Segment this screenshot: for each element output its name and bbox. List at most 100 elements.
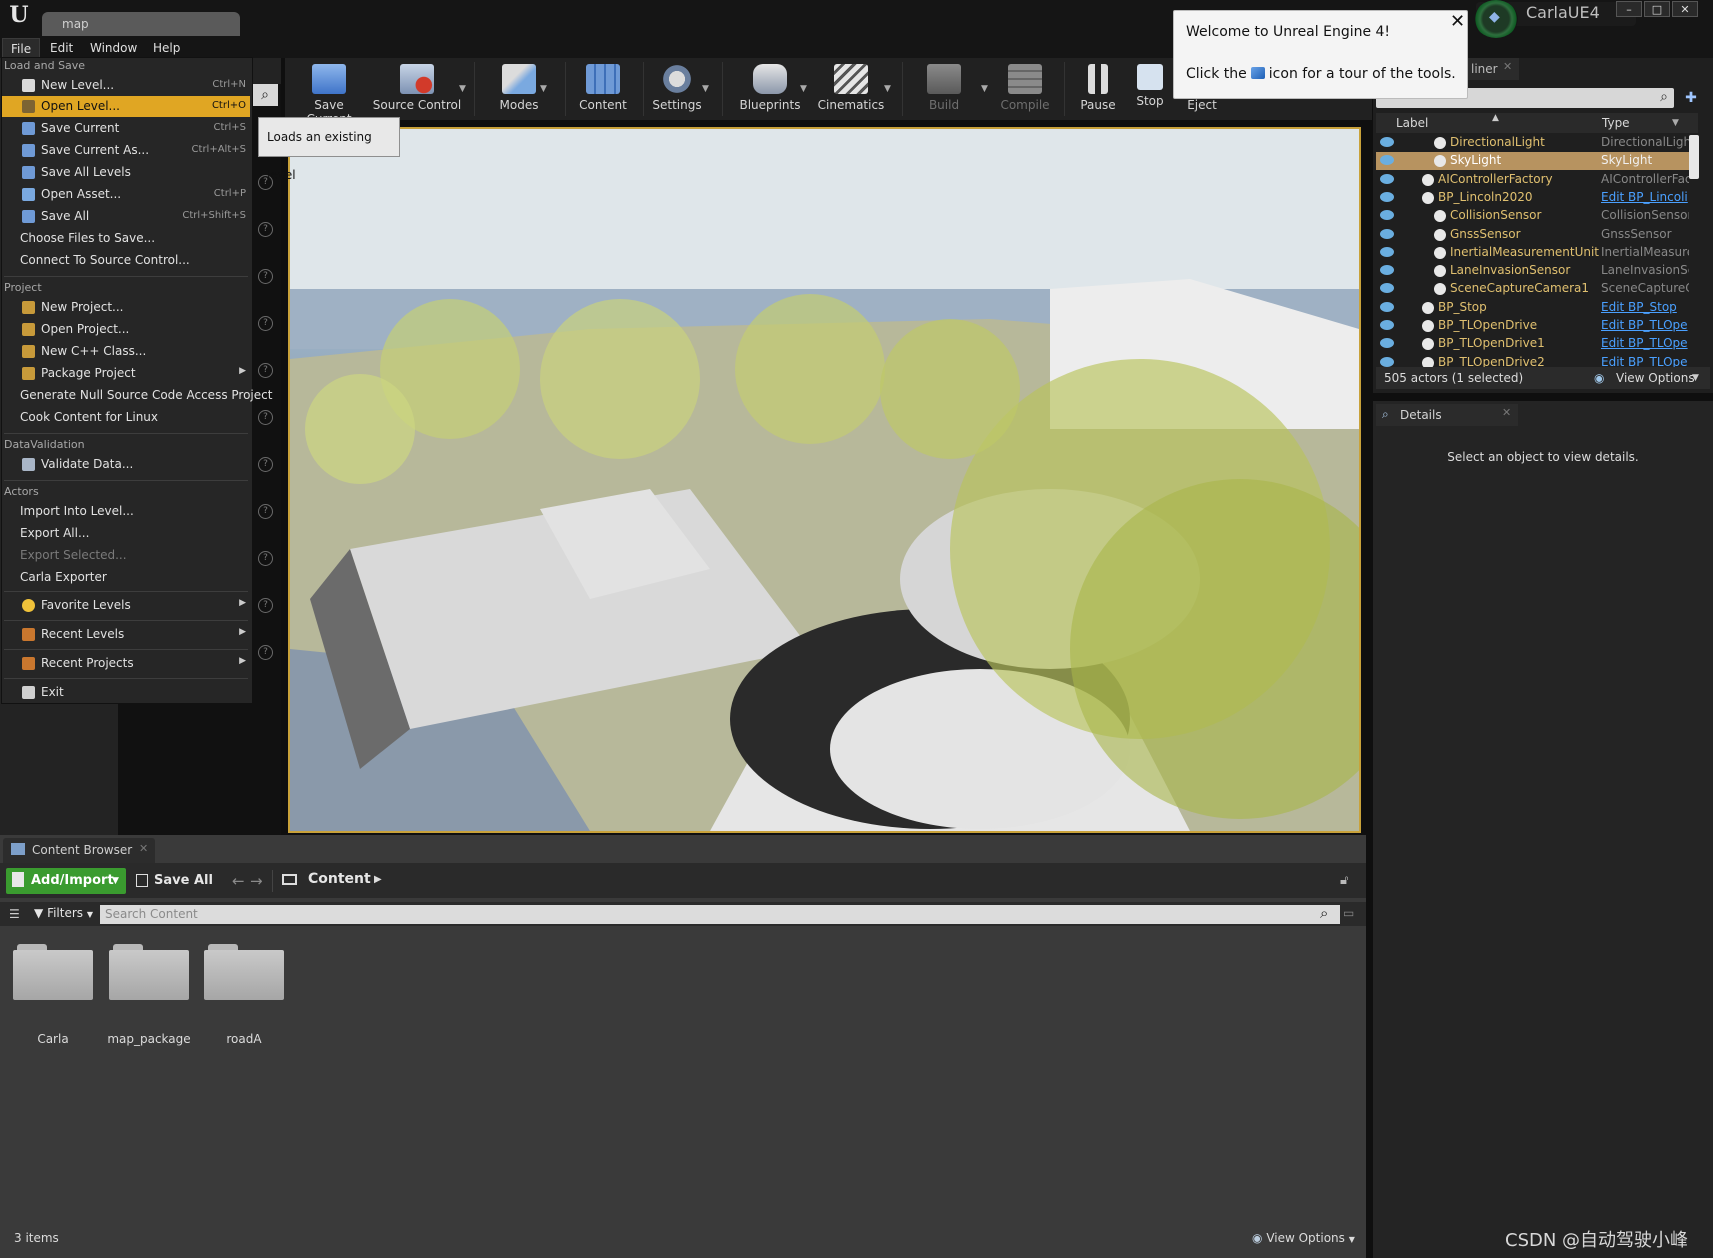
help-icon[interactable]: ? [258,269,273,284]
menu-item-new-level[interactable]: New Level... Ctrl+N [2,75,250,96]
menu-item-choose-files-to-save[interactable]: Choose Files to Save... [2,228,250,249]
toolbar-save-current[interactable]: Save Current [290,58,368,126]
visibility-eye-icon[interactable] [1380,173,1394,184]
filters-button[interactable]: ▼ Filters ▼ [34,906,93,920]
level-viewport[interactable] [288,127,1361,833]
menu-item-validate-data[interactable]: Validate Data... [2,454,250,475]
menu-item-open-asset[interactable]: Open Asset... Ctrl+P [2,184,250,205]
chevron-down-icon[interactable]: ▼ [702,84,709,94]
chevron-down-icon[interactable]: ▼ [1672,118,1679,128]
outliner-row[interactable]: AIControllerFactory AIControllerFac [1376,171,1689,189]
outliner-row[interactable]: DirectionalLight DirectionalLight [1376,134,1689,152]
menu-help[interactable]: Help [145,38,188,58]
toolbar-build[interactable]: Build [907,58,981,120]
level-tab[interactable]: map [42,12,240,36]
outliner-row[interactable]: GnssSensor GnssSensor [1376,226,1689,244]
help-icon[interactable]: ? [258,551,273,566]
visibility-eye-icon[interactable] [1380,338,1394,349]
close-popup-button[interactable]: ✕ [1450,11,1465,32]
menu-window[interactable]: Window [82,38,145,58]
outliner-row[interactable]: BP_TLOpenDrive Edit BP_TLOpe [1376,317,1689,335]
menu-item-package-project[interactable]: Package Project ▶ [2,363,250,384]
visibility-eye-icon[interactable] [1380,265,1394,276]
toolbar-source-control[interactable]: Source Control [372,58,462,120]
visibility-eye-icon[interactable] [1380,155,1394,166]
help-icon[interactable]: ? [258,598,273,613]
folder-map-package[interactable] [109,944,189,1000]
outliner-row[interactable]: BP_Lincoln2020 Edit BP_Lincoli [1376,189,1689,207]
minimize-button[interactable]: – [1616,1,1642,17]
menu-item-open-project[interactable]: Open Project... [2,319,250,340]
outliner-row[interactable]: BP_TLOpenDrive1 Edit BP_TLOpe [1376,335,1689,353]
toolbar-pause[interactable]: Pause [1070,58,1126,120]
close-tab-icon[interactable]: ✕ [139,842,148,855]
column-label-header[interactable]: Label [1396,116,1428,130]
close-tab-icon[interactable]: ✕ [1502,406,1511,419]
outliner-row[interactable]: LaneInvasionSensor LaneInvasionSe [1376,262,1689,280]
outliner-row[interactable]: SceneCaptureCamera1 SceneCaptureC [1376,280,1689,298]
menu-item-recent-projects[interactable]: Recent Projects ▶ [2,653,250,674]
visibility-eye-icon[interactable] [1380,210,1394,221]
visibility-eye-icon[interactable] [1380,246,1394,257]
chevron-down-icon[interactable]: ▼ [800,84,807,94]
view-options-button[interactable]: View Options [1616,371,1695,385]
folder-carla[interactable] [13,944,93,1000]
chevron-down-icon[interactable]: ▼ [1692,373,1699,383]
visibility-eye-icon[interactable] [1380,191,1394,202]
path-breadcrumb[interactable]: Content [308,871,371,887]
help-icon[interactable]: ? [258,504,273,519]
visibility-eye-icon[interactable] [1380,320,1394,330]
visibility-eye-icon[interactable] [1380,283,1394,294]
toolbar-settings[interactable]: Settings [648,58,706,120]
forward-arrow-icon[interactable]: → [250,872,263,890]
add-import-button[interactable]: Add/Import ▼ [6,868,126,894]
maximize-button[interactable]: □ [1644,1,1670,17]
view-options-button[interactable]: ◉ View Options ▼ [1252,1231,1355,1245]
folder-roada[interactable] [204,944,284,1000]
help-icon[interactable]: ? [258,316,273,331]
menu-item-export-all[interactable]: Export All... [2,523,250,544]
toolbar-cinematics[interactable]: Cinematics [813,58,889,120]
help-icon[interactable]: ? [258,222,273,237]
toolbar-stop[interactable]: Stop [1126,58,1174,120]
close-tab-icon[interactable]: ✕ [1503,60,1512,73]
edit-blueprint-link[interactable]: Edit BP_TLOpe [1601,336,1689,350]
outliner-row[interactable]: CollisionSensor CollisionSensor [1376,207,1689,225]
tab-details[interactable]: ⌕ Details ✕ [1376,404,1518,426]
save-search-icon[interactable]: ▭ [1343,906,1354,920]
search-icon[interactable]: ⌕ [252,84,278,106]
menu-item-save-all[interactable]: Save All Ctrl+Shift+S [2,206,250,227]
help-icon[interactable]: ? [258,457,273,472]
menu-item-import-into-level[interactable]: Import Into Level... [2,501,250,522]
menu-item-recent-levels[interactable]: Recent Levels ▶ [2,624,250,645]
menu-item-cook-content-linux[interactable]: Cook Content for Linux [2,407,250,428]
content-search-input[interactable]: Search Content [100,905,1340,924]
menu-item-save-all-levels[interactable]: Save All Levels [2,162,250,183]
outliner-row[interactable]: InertialMeasurementUnit InertialMeasure [1376,244,1689,262]
chevron-down-icon[interactable]: ▼ [981,84,988,94]
outliner-scrollbar[interactable] [1689,135,1699,179]
visibility-eye-icon[interactable] [1380,301,1394,312]
menu-item-favorite-levels[interactable]: Favorite Levels ▶ [2,595,250,616]
sources-panel-icon[interactable]: ☰ [9,907,20,921]
menu-item-save-current[interactable]: Save Current Ctrl+S [2,118,250,139]
outliner-row[interactable]: BP_Stop Edit BP_Stop [1376,299,1689,317]
add-actor-icon[interactable]: ✚ [1680,88,1702,108]
visibility-eye-icon[interactable] [1380,137,1394,147]
menu-item-connect-source-control[interactable]: Connect To Source Control... [2,250,250,271]
visibility-eye-icon[interactable] [1380,228,1394,239]
menu-item-new-project[interactable]: New Project... [2,297,250,318]
toolbar-compile[interactable]: Compile [994,58,1056,120]
project-logo-icon[interactable]: ◆ [1474,0,1518,38]
menu-item-carla-exporter[interactable]: Carla Exporter [2,567,250,588]
menu-file[interactable]: File [2,38,41,58]
help-icon[interactable]: ? [258,645,273,660]
help-icon[interactable]: ? [258,410,273,425]
chevron-right-icon[interactable]: ▶ [374,874,382,885]
tab-content-browser[interactable]: Content Browser ✕ [3,838,155,863]
toolbar-blueprints[interactable]: Blueprints [730,58,810,120]
edit-blueprint-link[interactable]: Edit BP_Stop [1601,300,1689,314]
menu-item-generate-null-source[interactable]: Generate Null Source Code Access Project [2,385,272,406]
menu-edit[interactable]: Edit [42,38,81,58]
close-window-button[interactable]: ✕ [1672,1,1698,17]
